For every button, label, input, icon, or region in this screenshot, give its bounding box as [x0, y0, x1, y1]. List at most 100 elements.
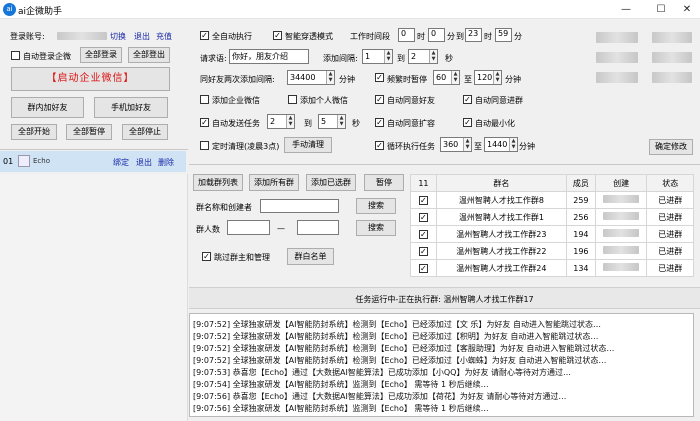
account-row[interactable]: 01 Echo 绑定 退出 删除: [0, 151, 186, 172]
auto-login-checkbox[interactable]: [11, 51, 20, 60]
spinner-icon[interactable]: ▲ ▼: [451, 71, 459, 84]
seconds-unit-2: 秒: [352, 119, 360, 128]
work-start-minute[interactable]: 0: [428, 28, 445, 42]
work-end-hour[interactable]: 23: [465, 28, 482, 42]
spinner-icon[interactable]: ▲ ▼: [463, 138, 471, 151]
skip-owner-checkbox[interactable]: ✓: [202, 252, 211, 261]
search-name-button[interactable]: 搜索: [356, 198, 396, 214]
exit-link[interactable]: 退出: [136, 157, 152, 168]
auto-expand-checkbox[interactable]: ✓: [375, 118, 384, 127]
auto-send-to[interactable]: 5 ▲ ▼: [318, 114, 346, 129]
add-selected-groups-button[interactable]: 添加已选群: [306, 174, 356, 191]
work-end-minute[interactable]: 59: [495, 28, 512, 42]
interval-to-input[interactable]: 2 ▲ ▼: [408, 49, 438, 64]
loop-task-checkbox[interactable]: ✓: [375, 141, 384, 150]
table-row[interactable]: ✓ 温州智聘人才找工作群1 256 已进群: [410, 208, 694, 226]
logout-all-button[interactable]: 全部登出: [128, 47, 170, 63]
row-checkbox[interactable]: ✓: [418, 195, 428, 205]
spinner-icon[interactable]: ▲ ▼: [384, 50, 392, 63]
log-panel[interactable]: [9:07:52] 全球独家研发【AI智能防封系统】检测到【Echo】已经添加过…: [189, 313, 694, 417]
log-line: [9:07:52] 全球独家研发【AI智能防封系统】检测到【Echo】已经添加过…: [193, 344, 615, 353]
start-wecom-button[interactable]: 【启动企业微信】: [11, 67, 170, 91]
auto-join-checkbox[interactable]: ✓: [463, 95, 472, 104]
minimize-icon[interactable]: —: [615, 2, 637, 17]
spinner-icon[interactable]: ▲ ▼: [429, 50, 437, 63]
spinner-icon[interactable]: ▲ ▼: [326, 71, 334, 84]
table-row[interactable]: ✓ 温州智聘人才找工作群8 259 已进群: [410, 191, 694, 209]
close-icon[interactable]: ✕: [676, 2, 698, 17]
auto-agree-checkbox[interactable]: ✓: [375, 95, 384, 104]
auto-minimize-checkbox[interactable]: ✓: [463, 118, 472, 127]
col-members[interactable]: 成员: [565, 174, 596, 192]
auto-login-label: 自动登录企微: [23, 52, 71, 61]
maximize-icon[interactable]: ☐: [650, 2, 672, 17]
spinner-icon[interactable]: ▲ ▼: [286, 115, 294, 128]
loop-from-input[interactable]: 360 ▲ ▼: [440, 137, 472, 152]
name-creator-input[interactable]: [260, 199, 339, 213]
stop-all-button[interactable]: 全部停止: [122, 124, 168, 140]
switch-account-link[interactable]: 切换: [110, 31, 126, 42]
load-group-list-button[interactable]: 加载群列表: [193, 174, 243, 191]
group-status: 已进群: [646, 259, 694, 277]
log-line: [9:07:56] 恭喜您【Echo】通过【大数据AI智能算法】已成功添加【荷花…: [193, 392, 567, 401]
group-members: 194: [565, 225, 596, 243]
table-row[interactable]: ✓ 温州智聘人才找工作群22 196 已进群: [410, 242, 694, 260]
whitelist-button[interactable]: 群白名单: [287, 248, 334, 265]
frequent-pause-to[interactable]: 120 ▲ ▼: [474, 70, 502, 85]
hour-unit-1: 时: [417, 32, 425, 41]
auto-send-from[interactable]: 2 ▲ ▼: [267, 114, 295, 129]
window-title: ai企微助手: [18, 7, 63, 17]
row-checkbox[interactable]: ✓: [418, 263, 428, 273]
table-row[interactable]: ✓ 温州智聘人才找工作群23 194 已进群: [410, 225, 694, 243]
full-auto-checkbox[interactable]: ✓: [200, 31, 209, 40]
add-all-groups-button[interactable]: 添加所有群: [249, 174, 299, 191]
account-list-area: [0, 174, 188, 421]
member-count-max[interactable]: [297, 220, 339, 235]
auto-send-checkbox[interactable]: ✓: [200, 118, 209, 127]
col-select[interactable]: 11: [410, 174, 437, 192]
col-creator[interactable]: 创建: [594, 174, 648, 192]
spinner-icon[interactable]: ▲ ▼: [493, 71, 501, 84]
member-count-min[interactable]: [227, 220, 270, 235]
redacted-block: [652, 52, 692, 63]
confirm-button[interactable]: 确定修改: [649, 139, 693, 155]
logout-link[interactable]: 退出: [134, 31, 150, 42]
delete-link[interactable]: 删除: [158, 157, 174, 168]
group-status: 已进群: [646, 225, 694, 243]
interval-from-input[interactable]: 1 ▲ ▼: [362, 49, 393, 64]
request-input[interactable]: 你好，朋友介绍: [229, 49, 309, 64]
add-personal-checkbox[interactable]: [288, 95, 297, 104]
frequent-pause-from[interactable]: 60 ▲ ▼: [433, 70, 460, 85]
recharge-link[interactable]: 充值: [156, 31, 172, 42]
row-checkbox[interactable]: ✓: [418, 229, 428, 239]
pause-all-button[interactable]: 全部暂停: [66, 124, 112, 140]
login-all-button[interactable]: 全部登录: [80, 47, 122, 63]
unbind-link[interactable]: 绑定: [113, 157, 129, 168]
spinner-icon[interactable]: ▲ ▼: [337, 115, 345, 128]
member-count-label: 群人数: [196, 225, 220, 234]
minutes-unit-1: 分钟: [339, 75, 355, 84]
loop-to-input[interactable]: 1440 ▲ ▼: [484, 137, 518, 152]
group-add-friends-button[interactable]: 群内加好友: [11, 97, 84, 118]
row-checkbox[interactable]: ✓: [418, 246, 428, 256]
start-all-button[interactable]: 全部开始: [11, 124, 57, 140]
search-count-button[interactable]: 搜索: [356, 220, 396, 236]
add-wecom-checkbox[interactable]: [200, 95, 209, 104]
frequent-pause-checkbox[interactable]: ✓: [375, 73, 384, 82]
auto-join-label: 自动同意进群: [475, 96, 523, 105]
phone-add-friends-button[interactable]: 手机加好友: [94, 97, 168, 118]
same-friend-interval-input[interactable]: 34400 ▲ ▼: [287, 70, 335, 85]
group-name: 温州智聘人才找工作群22: [435, 242, 567, 260]
pause-button[interactable]: 暂停: [364, 174, 404, 191]
work-start-hour[interactable]: 0: [398, 28, 415, 42]
col-status[interactable]: 状态: [646, 174, 694, 192]
account-row-index: 01: [3, 157, 14, 166]
timed-clean-label: 定时清理(凌晨3点): [212, 142, 280, 151]
spinner-icon[interactable]: ▲ ▼: [509, 138, 517, 151]
table-row[interactable]: ✓ 温州智聘人才找工作群24 134 已进群: [410, 259, 694, 277]
row-checkbox[interactable]: ✓: [418, 212, 428, 222]
col-name[interactable]: 群名: [435, 174, 567, 192]
timed-clean-checkbox[interactable]: [200, 141, 209, 150]
smart-mode-checkbox[interactable]: ✓: [273, 31, 282, 40]
manual-clean-button[interactable]: 手动清理: [284, 137, 332, 153]
